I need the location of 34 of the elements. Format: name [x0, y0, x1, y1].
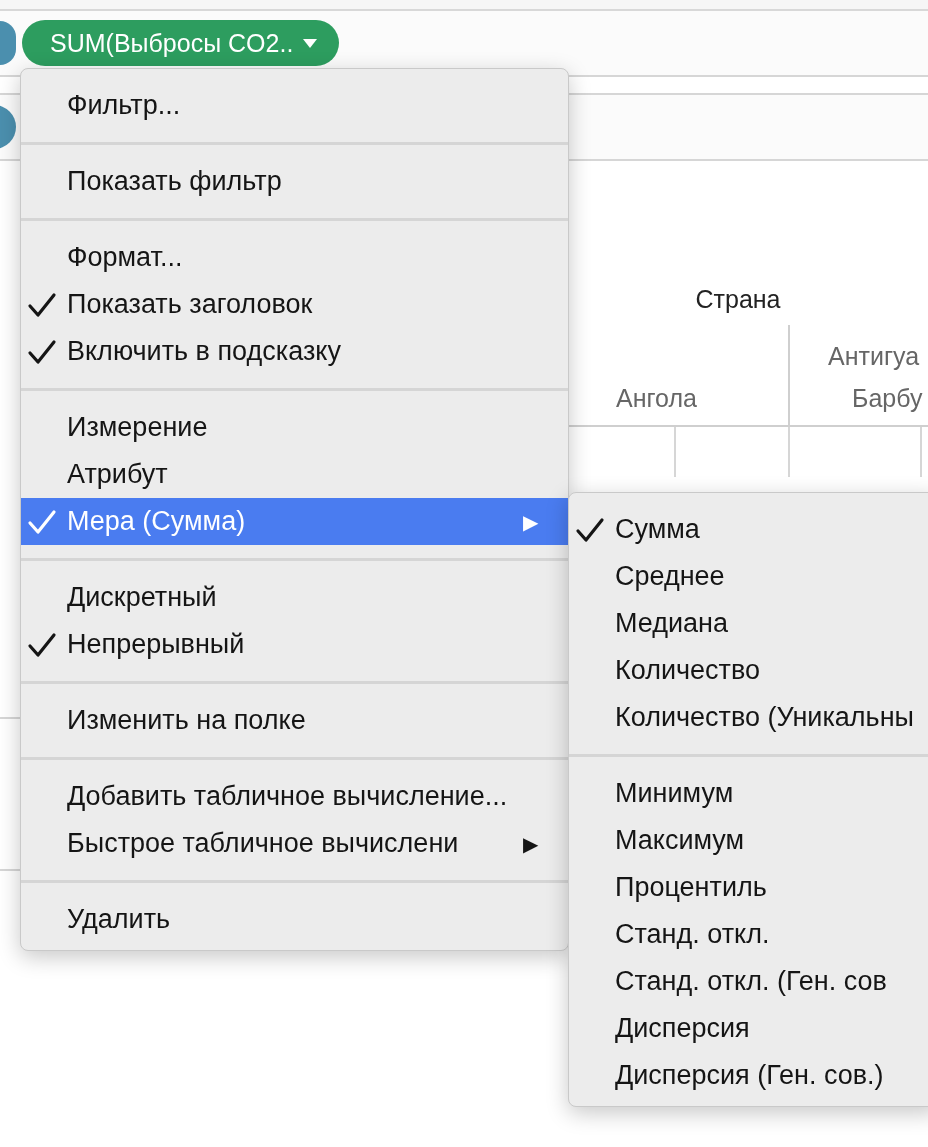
menu-item[interactable]: Непрерывный	[21, 621, 568, 668]
submenu-arrow-icon: ▶	[523, 831, 538, 856]
menu-item[interactable]: Удалить	[21, 896, 568, 943]
menu-item[interactable]: Количество (Уникальны	[569, 694, 928, 741]
menu-item[interactable]: Дискретный	[21, 574, 568, 621]
column-label: Антигуа	[828, 341, 921, 372]
menu-item[interactable]: Быстрое табличное вычислени ▶	[21, 820, 568, 867]
menu-item[interactable]: Фильтр...	[21, 82, 568, 129]
menu-item[interactable]: Медиана	[569, 600, 928, 647]
column-label: Ангола	[616, 383, 697, 414]
submenu-arrow-icon: ▶	[523, 509, 538, 534]
menu-item[interactable]: Мера (Сумма) ▶	[21, 498, 568, 545]
menu-item[interactable]: Станд. откл. (Ген. сов	[569, 958, 928, 1005]
menu-item[interactable]: Дисперсия	[569, 1005, 928, 1052]
menu-item[interactable]: Сумма	[569, 506, 928, 553]
menu-item[interactable]: Показать фильтр	[21, 158, 568, 205]
column-header: Страна	[694, 285, 782, 315]
caret-icon	[303, 38, 318, 48]
menu-item[interactable]: Показать заголовок	[21, 281, 568, 328]
menu-item[interactable]: Максимум	[569, 817, 928, 864]
menu-item[interactable]: Дисперсия (Ген. сов.)	[569, 1052, 928, 1099]
menu-item[interactable]: Минимум	[569, 770, 928, 817]
menu-item[interactable]: Изменить на полке	[21, 697, 568, 744]
menu-item[interactable]: Среднее	[569, 553, 928, 600]
menu-item[interactable]: Измерение	[21, 404, 568, 451]
menu-item[interactable]: Количество	[569, 647, 928, 694]
column-label: Барбу	[851, 383, 924, 414]
menu-item[interactable]: Процентиль	[569, 864, 928, 911]
menu-item[interactable]: Включить в подсказку	[21, 328, 568, 375]
field-pill-icon	[0, 21, 16, 65]
menu-item[interactable]: Атрибут	[21, 451, 568, 498]
menu-item[interactable]: Формат...	[21, 234, 568, 281]
menu-item[interactable]: Станд. откл.	[569, 911, 928, 958]
menu-item[interactable]: Добавить табличное вычисление...	[21, 773, 568, 820]
